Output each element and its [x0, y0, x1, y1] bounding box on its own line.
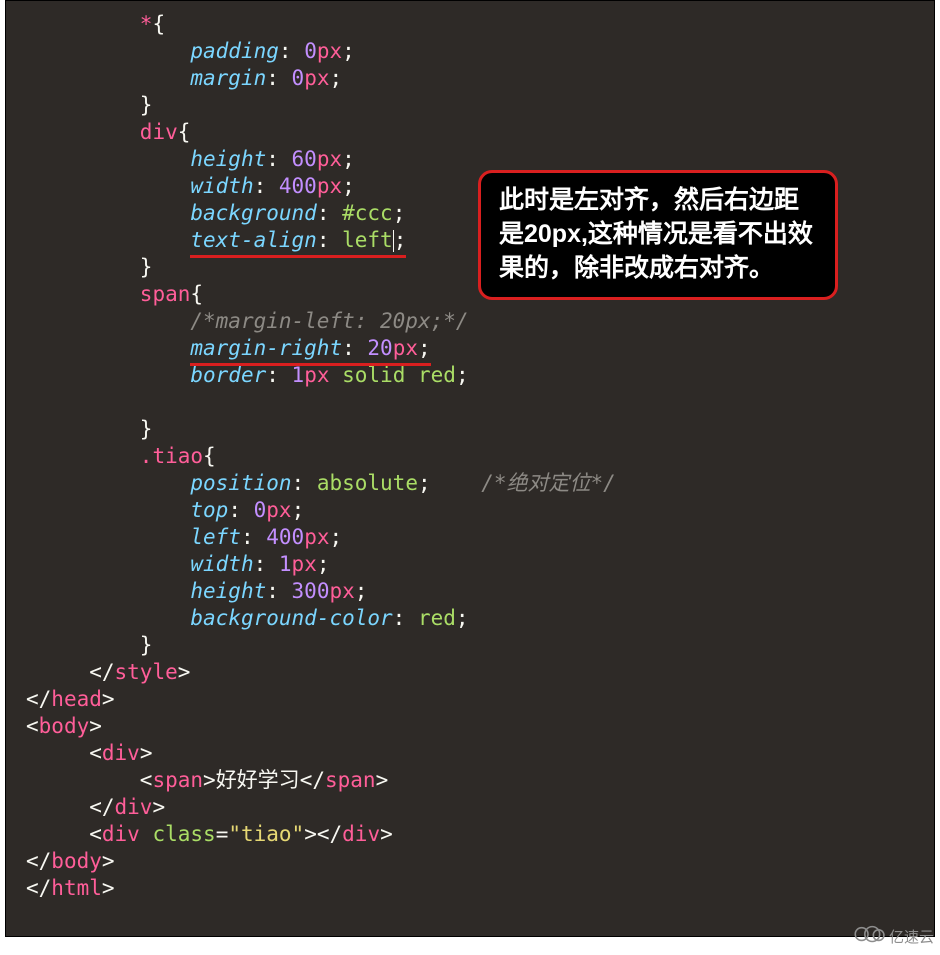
- code-line: /*margin-left: 20px;*/: [6, 308, 934, 335]
- code-line: margin-right: 20px;: [6, 335, 934, 362]
- selector-star: *: [140, 12, 153, 36]
- code-line: </style>: [6, 659, 934, 686]
- code-line: height: 60px;: [6, 146, 934, 173]
- code-line: </div>: [6, 794, 934, 821]
- code-line: }: [6, 416, 934, 443]
- underline-margin-right: margin-right: 20px;: [190, 335, 430, 362]
- code-line: background-color: red;: [6, 605, 934, 632]
- code-line: .tiao{: [6, 443, 934, 470]
- selector-span: span: [140, 282, 191, 306]
- annotation-callout: 此时是左对齐，然后右边距是20px,这种情况是看不出效果的，除非改成右对齐。: [478, 170, 838, 300]
- code-line: width: 1px;: [6, 551, 934, 578]
- watermark-label: 亿速云: [889, 924, 934, 951]
- comment-absolute: /*绝对定位*/: [481, 471, 616, 495]
- underline-text-align: text-align: left;: [190, 227, 406, 254]
- code-line: left: 400px;: [6, 524, 934, 551]
- code-line: <div class="tiao"></div>: [6, 821, 934, 848]
- code-line: }: [6, 632, 934, 659]
- code-line: </html>: [6, 875, 934, 902]
- code-line: }: [6, 92, 934, 119]
- code-line: <body>: [6, 713, 934, 740]
- code-line: </head>: [6, 686, 934, 713]
- code-line: </body>: [6, 848, 934, 875]
- code-line: border: 1px solid red;: [6, 362, 934, 389]
- code-line: position: absolute; /*绝对定位*/: [6, 470, 934, 497]
- code-line: div{: [6, 119, 934, 146]
- comment-line: /*margin-left: 20px;*/: [190, 309, 468, 333]
- span-text-content: 好好学习: [216, 768, 300, 792]
- code-line: padding: 0px;: [6, 38, 934, 65]
- code-line: <span>好好学习</span>: [6, 767, 934, 794]
- selector-tiao: .tiao: [140, 444, 203, 468]
- code-line: margin: 0px;: [6, 65, 934, 92]
- code-line: <div>: [6, 740, 934, 767]
- code-line: height: 300px;: [6, 578, 934, 605]
- code-line: [6, 389, 934, 416]
- code-editor: *{ padding: 0px; margin: 0px; } div{ hei…: [5, 0, 935, 937]
- watermark: 亿速云: [851, 923, 934, 952]
- annotation-text: 此时是左对齐，然后右边距是20px,这种情况是看不出效果的，除非改成右对齐。: [499, 186, 813, 282]
- code-line: *{: [6, 11, 934, 38]
- cloud-icon: [851, 923, 885, 952]
- code-line: top: 0px;: [6, 497, 934, 524]
- selector-div: div: [140, 120, 178, 144]
